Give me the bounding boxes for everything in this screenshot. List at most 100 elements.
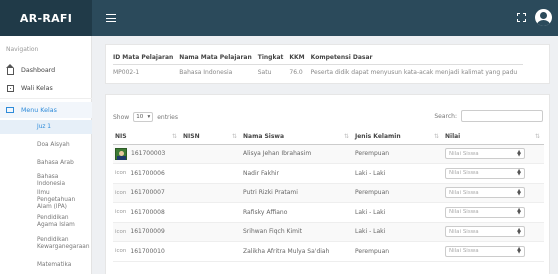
info-header-nama: Nama Mata Pelajaran (179, 52, 258, 65)
cell-jenis-kelamin: Perempuan (353, 183, 443, 203)
sidebar-subitem-juz-1[interactable]: Juz 1 (0, 120, 92, 134)
nilai-select[interactable]: Nilai Siswa ▲ ▼ (445, 187, 525, 199)
nis-value: 161700006 (130, 169, 165, 177)
nilai-placeholder: Nilai Siswa (449, 209, 479, 216)
cell-jenis-kelamin: Laki - Laki (353, 222, 443, 242)
cell-nis: icon 161700010 (113, 241, 181, 262)
cell-nilai: Nilai Siswa ▲ ▼ (443, 202, 544, 223)
table-row: 161700003 Alisya Jehan Ibrahasim Perempuan… (113, 144, 544, 164)
table-row: icon 161700010 Zalikha Afritra Mulya Sa'di… (113, 241, 544, 262)
chevron-down-icon: ▾ (147, 114, 151, 120)
sidebar-item-label: Wali Kelas (21, 84, 53, 92)
header-nilai[interactable]: Nilai ⇅ (443, 129, 544, 145)
sidebar-subitem-bahasa-indonesia[interactable]: Bahasa Indonesia (0, 174, 92, 188)
header-jenis-kelamin[interactable]: Jenis Kelamin ⇅ (353, 129, 443, 145)
sidebar-subitem-bahasa-arab[interactable]: Bahasa Arab (0, 156, 92, 170)
nilai-select[interactable]: Nilai Siswa ▲ ▼ (445, 167, 525, 179)
broken-image-icon: icon (115, 189, 127, 196)
table-row: icon 161700007 Putri Rizki Pratami Perempua… (113, 183, 544, 203)
entries-label: entries (157, 113, 179, 121)
info-header-tingkat: Tingkat (257, 52, 290, 65)
student-grades-card: Show 10 ▾ entries Search: NIS ⇅ NISN ⇅ Nam… (105, 94, 550, 274)
select-arrows-icon: ▲ ▼ (517, 207, 521, 217)
cell-nama-siswa: Putri Rizki Pratami (241, 183, 353, 203)
nilai-placeholder: Nilai Siswa (449, 228, 479, 235)
cell-nilai: Nilai Siswa ▲ ▼ (443, 144, 544, 164)
fullscreen-icon[interactable] (517, 13, 526, 22)
sidebar-item-wali-kelas[interactable]: Wali Kelas (0, 80, 92, 96)
cell-nis: icon 161700008 (113, 202, 181, 223)
student-table: NIS ⇅ NISN ⇅ Nama Siswa ⇅ Jenis Kelamin ⇅ Ni… (113, 129, 544, 262)
sidebar-item-label: Dashboard (21, 66, 56, 74)
broken-image-icon: icon (115, 170, 127, 177)
cell-nisn (181, 202, 241, 223)
sidebar-subitem-matematika[interactable]: Matematika (0, 258, 92, 272)
sidebar-section-label: Navigation (6, 46, 39, 53)
sidebar-subitem-doa-aisyah[interactable]: Doa Aisyah (0, 138, 92, 152)
table-row: icon 161700008 Rafisky Affiano Laki - Laki N… (113, 202, 544, 223)
grid-icon (6, 84, 14, 92)
nis-value: 161700008 (130, 208, 165, 216)
nis-value: 161700003 (131, 150, 166, 158)
cell-nisn (181, 163, 241, 184)
cell-nisn (181, 144, 241, 164)
nilai-select[interactable]: Nilai Siswa ▲ ▼ (445, 226, 525, 238)
nilai-placeholder: Nilai Siswa (449, 150, 479, 157)
hamburger-menu-icon[interactable] (106, 14, 116, 22)
sidebar-subitem-ipa[interactable]: Ilmu Pengetahuan Alam (IPA) (0, 190, 92, 210)
header-nisn[interactable]: NISN ⇅ (181, 129, 241, 145)
cell-nis: icon 161700006 (113, 163, 181, 184)
info-tingkat: Satu (257, 69, 272, 76)
nis-value: 161700009 (130, 228, 165, 236)
info-nama: Bahasa Indonesia (179, 69, 233, 76)
info-header-id: ID Mata Pelajaran (113, 52, 180, 65)
cell-nama-siswa: Alisya Jehan Ibrahasim (241, 144, 353, 164)
select-arrows-icon: ▲ ▼ (517, 168, 521, 178)
select-arrows-icon: ▲ ▼ (517, 226, 521, 236)
user-avatar-icon[interactable] (535, 9, 552, 26)
sidebar-item-menu-kelas[interactable]: Menu Kelas (0, 102, 92, 118)
search-input[interactable] (461, 110, 543, 122)
sidebar: Navigation Dashboard Wali Kelas Menu Kel… (0, 36, 92, 274)
nilai-select[interactable]: Nilai Siswa ▲ ▼ (445, 206, 525, 218)
nilai-select[interactable]: Nilai Siswa ▲ ▼ (445, 245, 525, 257)
cell-jenis-kelamin: Laki - Laki (353, 163, 443, 184)
search-control: Search: (434, 110, 543, 122)
home-icon (5, 63, 14, 75)
header-nama-siswa[interactable]: Nama Siswa ⇅ (241, 129, 353, 145)
entries-select[interactable]: 10 ▾ (133, 112, 154, 122)
cell-nilai: Nilai Siswa ▲ ▼ (443, 222, 544, 242)
info-kkm: 76.0 (289, 69, 303, 76)
nilai-placeholder: Nilai Siswa (449, 248, 479, 255)
sort-icon: ⇅ (343, 133, 349, 140)
table-row: icon 161700006 Nadir Fakhir Laki - Laki Nila… (113, 163, 544, 184)
broken-image-icon: icon (115, 228, 127, 235)
info-kompetensi: Peserta didik dapat menyusun kata-acak m… (310, 69, 518, 76)
sidebar-subitem-pkn[interactable]: Pendidikan Kewarganegaraan (0, 236, 92, 252)
sidebar-subitem-pai[interactable]: Pendidikan Agama Islam (0, 214, 92, 230)
student-photo (115, 147, 127, 160)
cell-nama-siswa: Srihwan Fiqch Kimit (241, 222, 353, 242)
broken-image-icon: icon (115, 209, 127, 216)
sidebar-item-dashboard[interactable]: Dashboard (0, 62, 92, 78)
header-nis[interactable]: NIS ⇅ (113, 129, 181, 145)
sort-icon: ⇅ (433, 133, 439, 140)
sidebar-divider (0, 98, 92, 99)
show-label: Show (113, 113, 130, 121)
brand-logo[interactable]: AR-RAFI (0, 0, 92, 36)
cell-nis: icon 161700007 (113, 183, 181, 203)
cell-nama-siswa: Zalikha Afritra Mulya Sa'diah (241, 241, 353, 262)
cell-nilai: Nilai Siswa ▲ ▼ (443, 241, 544, 262)
sidebar-item-label: Menu Kelas (21, 106, 57, 114)
sort-icon: ⇅ (231, 133, 237, 140)
cell-nama-siswa: Rafisky Affiano (241, 202, 353, 223)
cell-nisn (181, 241, 241, 262)
nis-value: 161700010 (130, 247, 165, 255)
entries-control: Show 10 ▾ entries (113, 112, 178, 122)
select-arrows-icon: ▲ ▼ (517, 148, 521, 158)
cell-nama-siswa: Nadir Fakhir (241, 163, 353, 184)
nis-value: 161700007 (130, 189, 165, 197)
nilai-select[interactable]: Nilai Siswa ▲ ▼ (445, 148, 525, 160)
info-header-kompetensi: Kompetensi Dasar (310, 52, 524, 65)
sort-icon: ⇅ (171, 133, 177, 140)
